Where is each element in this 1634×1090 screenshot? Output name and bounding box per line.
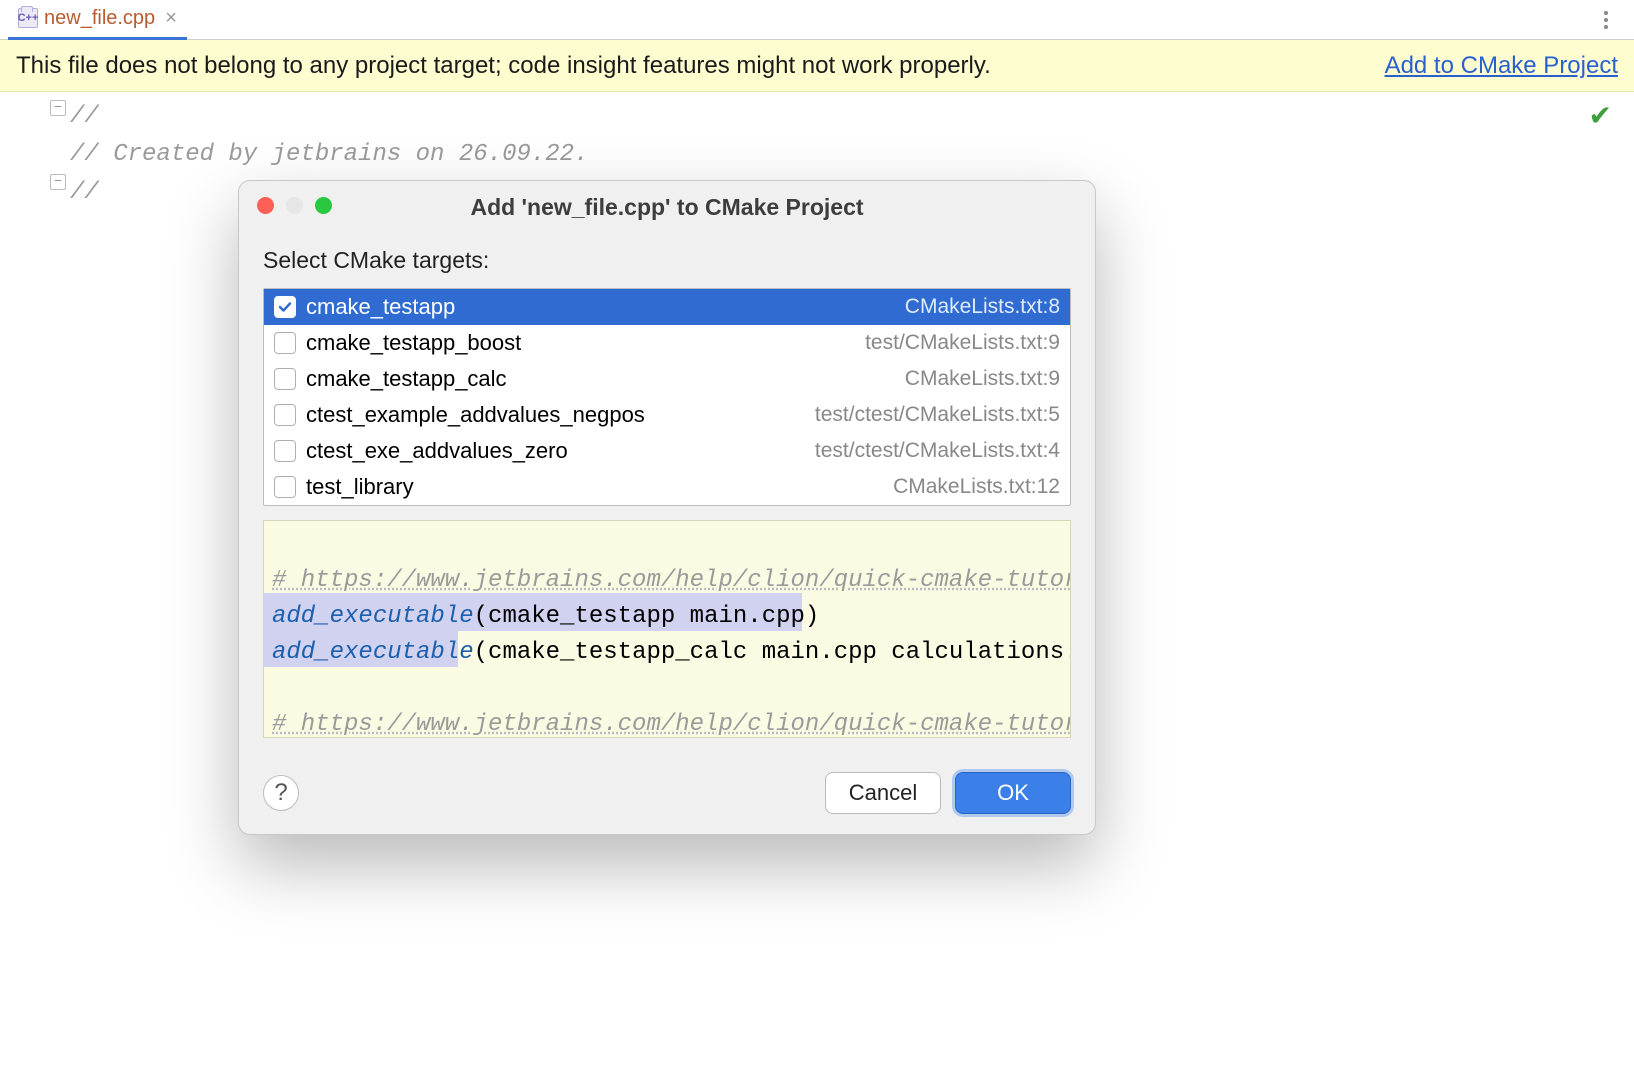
target-location: test/CMakeLists.txt:9: [865, 331, 1060, 355]
cmake-target-row[interactable]: cmake_testapp_boost test/CMakeLists.txt:9: [264, 325, 1070, 361]
checkbox[interactable]: [274, 440, 296, 462]
window-maximize-icon[interactable]: [315, 197, 332, 214]
help-button[interactable]: ?: [263, 775, 299, 811]
target-name: cmake_testapp_calc: [306, 366, 895, 392]
preview-args: (cmake_testapp main.cpp): [474, 603, 820, 630]
target-location: CMakeLists.txt:12: [893, 475, 1060, 499]
target-name: test_library: [306, 474, 883, 500]
checkbox[interactable]: [274, 404, 296, 426]
preview-comment: # https://www.jetbrains.com/help/clion/q…: [272, 567, 1071, 594]
window-close-icon[interactable]: [257, 197, 274, 214]
target-name: ctest_example_addvalues_negpos: [306, 402, 805, 428]
preview-args: (cmake_testapp_calc main.cpp calculation…: [474, 639, 1071, 666]
dialog-title: Add 'new_file.cpp' to CMake Project: [470, 194, 863, 221]
cmake-target-list: cmake_testappCMakeLists.txt:8cmake_testa…: [263, 288, 1071, 506]
cmake-target-row[interactable]: ctest_example_addvalues_negpos test/ctest…: [264, 397, 1070, 433]
cmake-preview: # https://www.jetbrains.com/help/clion/q…: [263, 520, 1071, 738]
target-location: CMakeLists.txt:8: [905, 295, 1060, 319]
target-name: cmake_testapp: [306, 294, 895, 320]
ok-button[interactable]: OK: [955, 772, 1071, 814]
cmake-target-row[interactable]: test_library CMakeLists.txt:12: [264, 469, 1070, 505]
window-minimize-icon[interactable]: [286, 197, 303, 214]
section-label: Select CMake targets:: [263, 247, 1071, 274]
preview-comment: # https://www.jetbrains.com/help/clion/q…: [272, 711, 1071, 738]
dialog-footer: ? Cancel OK: [239, 758, 1095, 834]
preview-fn: add_executable: [272, 639, 474, 666]
dialog-titlebar: Add 'new_file.cpp' to CMake Project: [239, 181, 1095, 233]
target-location: test/ctest/CMakeLists.txt:5: [815, 403, 1060, 427]
add-to-cmake-dialog: Add 'new_file.cpp' to CMake Project Sele…: [238, 180, 1096, 835]
cancel-button[interactable]: Cancel: [825, 772, 941, 814]
dialog-backdrop: Add 'new_file.cpp' to CMake Project Sele…: [0, 0, 1634, 1090]
target-location: CMakeLists.txt:9: [905, 367, 1060, 391]
target-name: ctest_exe_addvalues_zero: [306, 438, 805, 464]
checkbox[interactable]: [274, 368, 296, 390]
preview-fn: add_executable: [272, 603, 474, 630]
checkbox[interactable]: [274, 332, 296, 354]
cmake-target-row[interactable]: cmake_testapp CMakeLists.txt:8: [264, 289, 1070, 325]
cmake-target-row[interactable]: ctest_exe_addvalues_zero test/ctest/CMake…: [264, 433, 1070, 469]
checkbox[interactable]: [274, 476, 296, 498]
target-name: cmake_testapp_boost: [306, 330, 855, 356]
target-location: test/ctest/CMakeLists.txt:4: [815, 439, 1060, 463]
checkbox[interactable]: [274, 296, 296, 318]
cmake-target-row[interactable]: cmake_testapp_calc CMakeLists.txt:9: [264, 361, 1070, 397]
